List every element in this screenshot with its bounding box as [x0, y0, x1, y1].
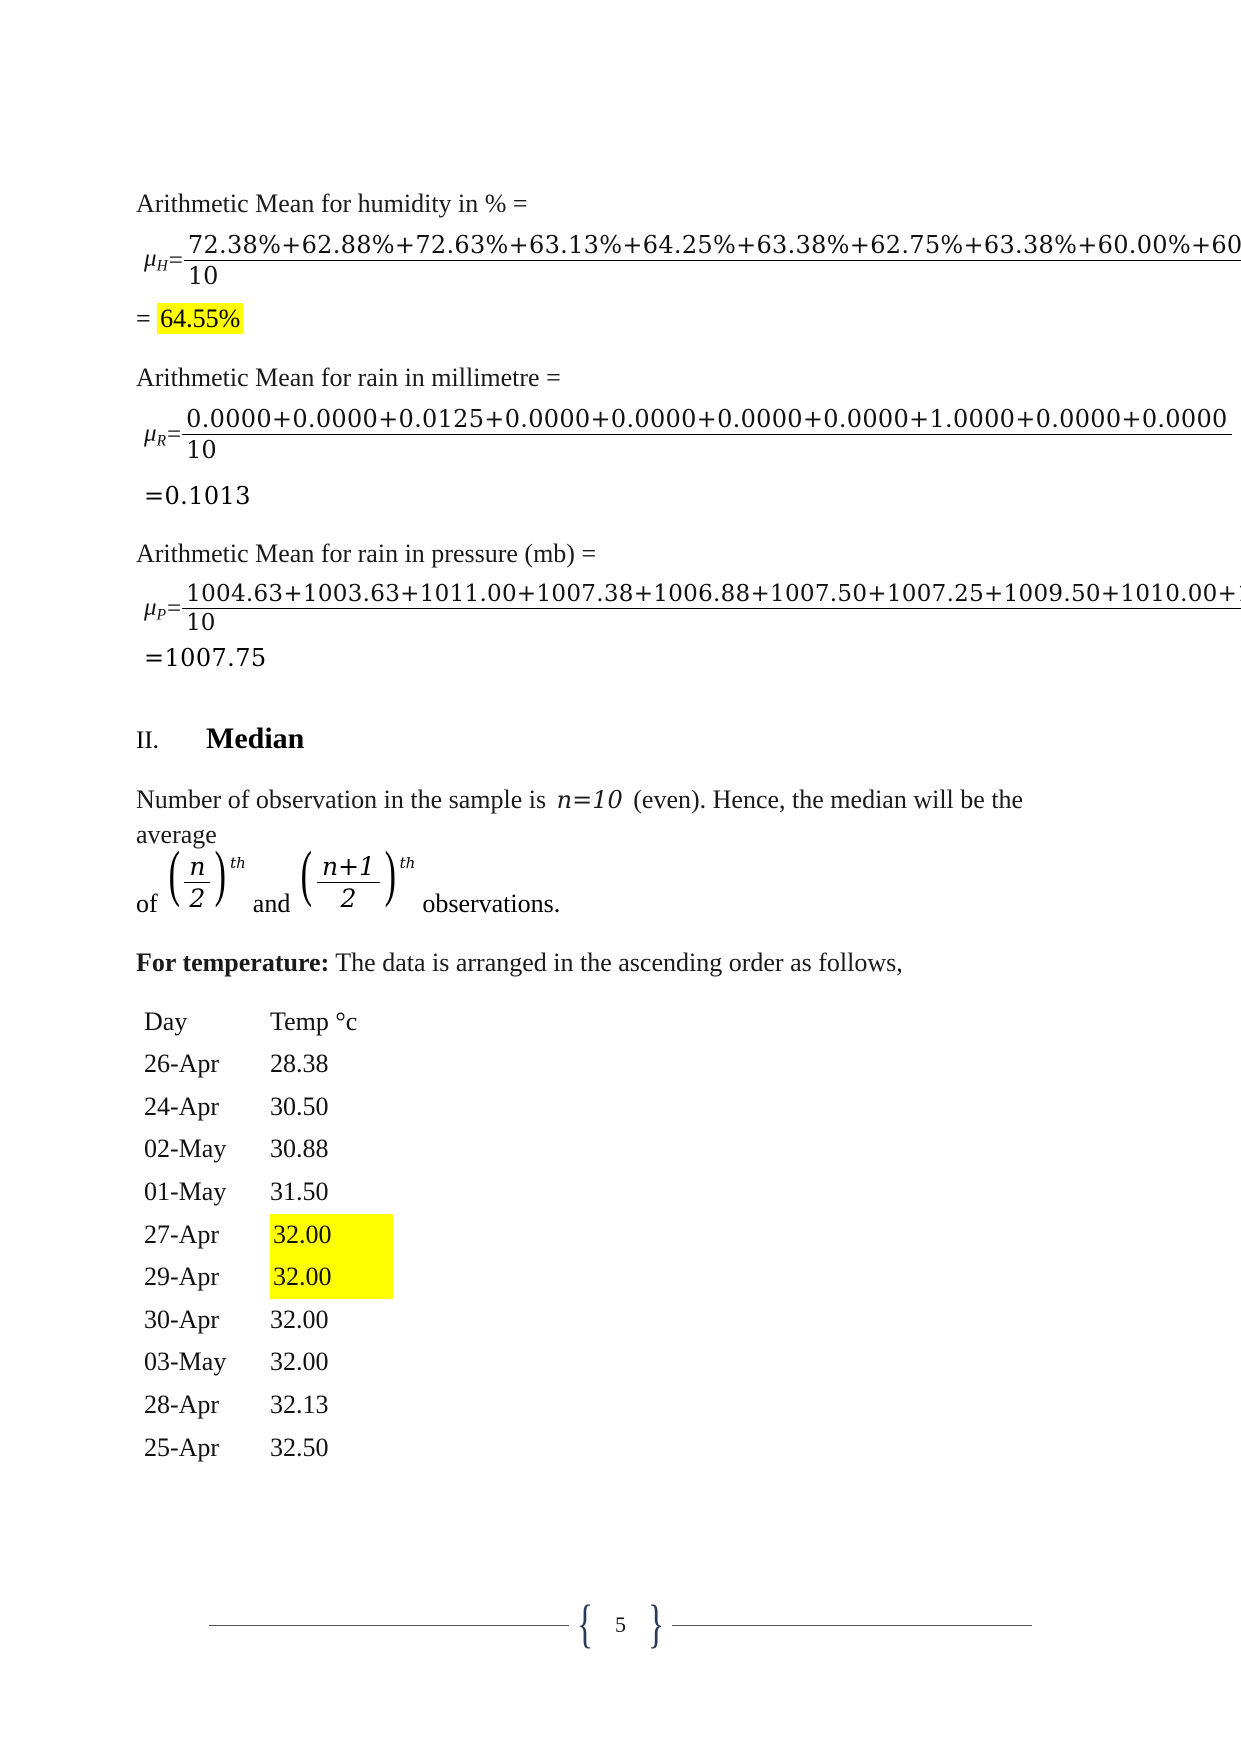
table-cell-day: 27-Apr	[144, 1219, 220, 1249]
rain-equals: =	[167, 420, 182, 448]
humidity-formula: μH = 72.38%+62.88%+72.63%+63.13%+64.25%+…	[136, 231, 1241, 290]
humidity-label: Arithmetic Mean for humidity in % =	[136, 189, 528, 218]
table-cell-day: 02-May	[144, 1134, 227, 1164]
table-row: 01-May 31.50	[144, 1171, 393, 1214]
rain-numerator: 0.0000+0.0000+0.0125+0.0000+0.0000+0.000…	[186, 405, 1228, 434]
page-content: Arithmetic Mean for humidity in % = μH =…	[136, 186, 1241, 1470]
temperature-intro: For temperature: The data is arranged in…	[136, 945, 1066, 980]
median-of-word: of	[136, 889, 158, 919]
median-frac2-superscript: th	[399, 854, 416, 873]
rain-label: Arithmetic Mean for rain in millimetre =	[136, 363, 561, 393]
median-heading-text: Median	[206, 722, 305, 756]
left-paren-1: (	[168, 840, 180, 909]
page-footer: { 5 }	[0, 1599, 1241, 1651]
rain-symbol: μR	[144, 419, 167, 449]
median-intro: Number of observation in the sample is n…	[136, 782, 1066, 852]
pressure-formula: μP = 1004.63+1003.63+1011.00+1007.38+100…	[136, 581, 1241, 636]
temperature-table-body: Day Temp °c 26-Apr 28.38 24-Apr 30.50 02-May…	[144, 1001, 393, 1470]
table-header-temp: Temp °c	[270, 1006, 358, 1036]
median-n-value: n=10	[556, 786, 623, 815]
pressure-result: =1007.75	[144, 644, 267, 673]
table-row: 02-May 30.88	[144, 1128, 393, 1171]
median-frac1-denominator: 2	[184, 882, 211, 913]
temperature-table: Day Temp °c 26-Apr 28.38 24-Apr 30.50 02-May…	[144, 1001, 393, 1470]
temperature-intro-lead: For temperature:	[136, 948, 330, 978]
pressure-numerator: 1004.63+1003.63+1011.00+1007.38+1006.88+…	[186, 581, 1241, 608]
median-frac1-numerator: n	[189, 852, 206, 882]
table-row: 24-Apr 30.50	[144, 1086, 393, 1129]
table-cell-day: 25-Apr	[144, 1432, 220, 1462]
table-cell-temp: 32.00	[270, 1213, 393, 1257]
table-cell-day: 24-Apr	[144, 1091, 220, 1121]
table-cell-temp: 30.88	[270, 1134, 329, 1164]
median-frac2-denominator: 2	[317, 882, 380, 913]
humidity-denominator: 10	[183, 260, 1241, 290]
median-frac2-numerator: n+1	[322, 852, 375, 882]
right-paren-1: )	[215, 840, 227, 909]
table-cell-temp: 31.50	[270, 1176, 329, 1206]
pressure-symbol: μP	[144, 593, 167, 623]
table-cell-temp: 32.00	[270, 1304, 329, 1334]
median-observations-word: observations.	[422, 889, 561, 919]
median-heading: II. Median	[136, 722, 1066, 756]
humidity-equals: =	[168, 246, 183, 274]
pressure-label: Arithmetic Mean for rain in pressure (mb…	[136, 539, 597, 569]
table-cell-temp: 32.50	[270, 1432, 329, 1462]
table-cell-temp: 32.13	[270, 1389, 329, 1419]
rain-formula: μR = 0.0000+0.0000+0.0125+0.0000+0.0000+…	[136, 405, 1232, 464]
humidity-symbol: μH	[144, 245, 168, 275]
humidity-fraction: 72.38%+62.88%+72.63%+63.13%+64.25%+63.38…	[183, 231, 1241, 290]
table-header-day: Day	[144, 1006, 188, 1036]
median-and-word: and	[252, 889, 291, 919]
table-cell-temp: 32.00	[270, 1256, 393, 1299]
median-intro-before: Number of observation in the sample is	[136, 785, 547, 815]
table-row: 29-Apr 32.00	[144, 1256, 393, 1299]
median-formula-line: of ( n 2 ) th and ( n+1 2 ) th observati…	[136, 844, 1066, 919]
median-fraction-2: ( n+1 2 ) th	[296, 840, 416, 914]
footer-left-brace-icon: {	[577, 1596, 594, 1654]
median-heading-number: II.	[136, 727, 159, 755]
table-cell-day: 26-Apr	[144, 1049, 220, 1079]
rain-result: =0.1013	[144, 482, 251, 511]
table-row: 30-Apr 32.00	[144, 1299, 393, 1342]
table-cell-day: 29-Apr	[144, 1262, 220, 1292]
table-row: 26-Apr 28.38	[144, 1043, 393, 1086]
humidity-result-line: = 64.55%	[136, 303, 1066, 335]
table-row: 28-Apr 32.13	[144, 1384, 393, 1427]
table-header-row: Day Temp °c	[144, 1001, 393, 1044]
table-cell-day: 30-Apr	[144, 1304, 220, 1334]
rain-fraction: 0.0000+0.0000+0.0125+0.0000+0.0000+0.000…	[182, 405, 1232, 464]
pressure-denominator: 10	[182, 608, 1241, 636]
pressure-fraction: 1004.63+1003.63+1011.00+1007.38+1006.88+…	[182, 581, 1241, 636]
footer-rule-left	[209, 1624, 570, 1626]
humidity-result-prefix: =	[136, 304, 151, 334]
table-row: 27-Apr 32.00	[144, 1213, 393, 1257]
table-cell-day: 28-Apr	[144, 1389, 220, 1419]
humidity-result-highlight: 64.55%	[157, 303, 244, 335]
temperature-intro-rest: The data is arranged in the ascending or…	[329, 948, 903, 978]
rain-denominator: 10	[182, 434, 1232, 464]
median-frac1-superscript: th	[230, 854, 246, 873]
table-row: 03-May 32.00	[144, 1341, 393, 1384]
table-row: 25-Apr 32.50	[144, 1427, 393, 1470]
footer-rule-right	[671, 1624, 1032, 1626]
humidity-numerator: 72.38%+62.88%+72.63%+63.13%+64.25%+63.38…	[187, 231, 1241, 260]
document-page: Arithmetic Mean for humidity in % = μH =…	[0, 0, 1241, 1754]
table-cell-day: 03-May	[144, 1347, 227, 1377]
table-cell-day: 01-May	[144, 1176, 227, 1206]
left-paren-2: (	[300, 840, 313, 909]
pressure-equals: =	[167, 594, 182, 622]
page-number: 5	[615, 1612, 626, 1637]
median-fraction-1: ( n 2 ) th	[164, 840, 247, 914]
table-cell-temp: 30.50	[270, 1091, 329, 1121]
right-paren-2: )	[384, 840, 396, 909]
footer-right-brace-icon: }	[647, 1596, 664, 1654]
table-cell-temp: 28.38	[270, 1049, 329, 1079]
table-cell-temp: 32.00	[270, 1347, 329, 1377]
